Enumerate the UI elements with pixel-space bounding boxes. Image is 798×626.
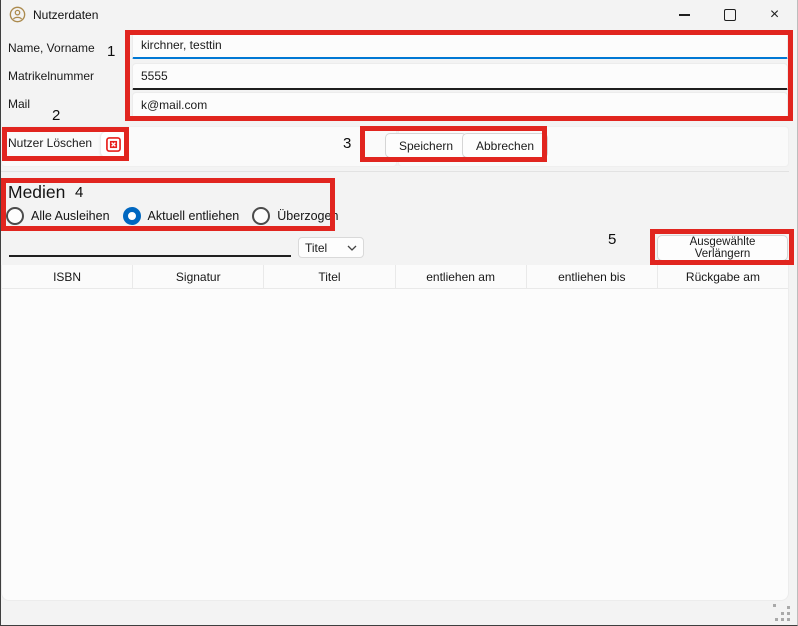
name-field[interactable] — [132, 32, 788, 59]
close-x-icon: × — [770, 7, 779, 23]
table-header-row: ISBNSignaturTitelentliehen amentliehen b… — [2, 265, 788, 289]
column-header-signatur[interactable]: Signatur — [132, 265, 263, 288]
maximize-square-icon — [724, 9, 736, 21]
matrikelnummer-label: Matrikelnummer — [8, 69, 94, 83]
size-grip-dots-icon[interactable] — [773, 604, 791, 622]
radio-selected-icon — [123, 207, 141, 225]
delete-user-label: Nutzer Löschen — [8, 136, 92, 150]
radio-alle-ausleihen[interactable]: Alle Ausleihen — [6, 207, 110, 225]
filter-combo[interactable]: Titel — [298, 237, 364, 258]
chevron-down-icon — [347, 245, 357, 251]
user-circle-icon — [9, 6, 26, 23]
radio-label: Überzogen — [277, 209, 338, 223]
annotation-number-3: 3 — [343, 135, 351, 152]
column-header-entliehen-bis[interactable]: entliehen bis — [526, 265, 657, 288]
table-body — [2, 289, 788, 600]
window-controls: × — [662, 0, 797, 30]
radio-label: Alle Ausleihen — [31, 209, 110, 223]
medien-heading: Medien — [8, 182, 65, 203]
minimize-line-icon — [679, 14, 690, 16]
annotation-number-5: 5 — [608, 231, 616, 248]
column-header-entliehen-am[interactable]: entliehen am — [395, 265, 526, 288]
column-header-isbn[interactable]: ISBN — [2, 265, 132, 288]
nutzerdaten-window: Nutzerdaten × Name, Vorname Matrikelnumm… — [0, 0, 798, 626]
radio-unselected-icon — [6, 207, 24, 225]
annotation-number-2: 2 — [52, 107, 60, 124]
maximize-button[interactable] — [707, 0, 752, 30]
section-divider — [1, 171, 789, 172]
minimize-button[interactable] — [662, 0, 707, 30]
delete-user-button[interactable] — [100, 131, 127, 158]
radio-überzogen[interactable]: Überzogen — [252, 207, 338, 225]
annotation-number-4: 4 — [75, 184, 83, 201]
column-header-rückgabe-am[interactable]: Rückgabe am — [657, 265, 788, 288]
filter-combo-value: Titel — [305, 241, 327, 255]
name-label: Name, Vorname — [8, 41, 95, 55]
extend-selected-button[interactable]: Ausgewählte Verlängern — [657, 235, 788, 261]
titlebar: Nutzerdaten × — [1, 0, 797, 30]
annotation-number-1: 1 — [107, 43, 115, 60]
radio-unselected-icon — [252, 207, 270, 225]
mail-label: Mail — [8, 97, 30, 111]
media-table: ISBNSignaturTitelentliehen amentliehen b… — [1, 265, 789, 601]
column-header-titel[interactable]: Titel — [263, 265, 394, 288]
save-button[interactable]: Speichern — [385, 133, 467, 158]
radio-aktuell-entliehen[interactable]: Aktuell entliehen — [123, 207, 240, 225]
radio-label: Aktuell entliehen — [148, 209, 240, 223]
cancel-button[interactable]: Abbrechen — [462, 133, 548, 158]
red-box-x-icon — [106, 137, 121, 152]
window-title: Nutzerdaten — [33, 8, 98, 22]
matrikelnummer-field[interactable] — [132, 63, 788, 90]
mail-field[interactable] — [132, 92, 788, 119]
search-input[interactable] — [9, 235, 291, 257]
close-button[interactable]: × — [752, 0, 797, 30]
radio-group: Alle Ausleihen Aktuell entliehen Überzogen — [6, 206, 338, 226]
